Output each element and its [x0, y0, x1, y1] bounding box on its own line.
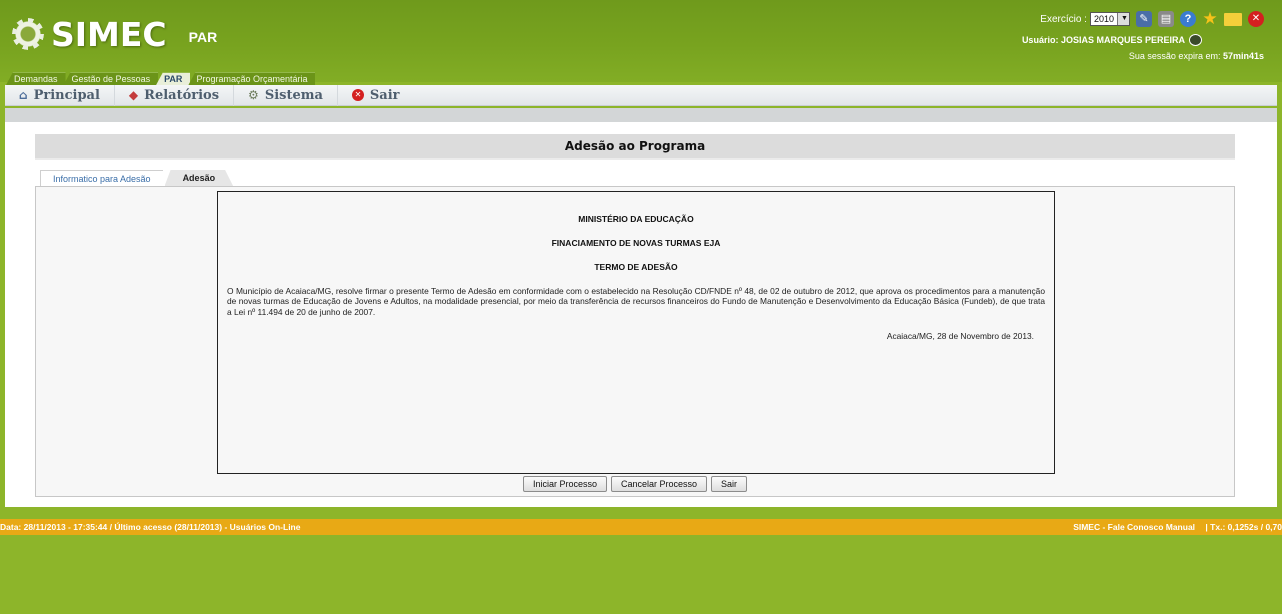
iniciar-processo-button[interactable]: Iniciar Processo — [522, 476, 607, 492]
exercicio-value: 2010 — [1093, 14, 1114, 24]
tab-gestao-de-pessoas[interactable]: Gestão de Pessoas — [63, 72, 159, 85]
tab-programacao-orcamentaria[interactable]: Programação Orçamentária — [188, 72, 316, 85]
main-menu: ⌂ Principal ◆ Relatórios ⚙ Sistema ✕ Sai… — [5, 84, 1277, 106]
tab-adesao[interactable]: Adesão — [165, 170, 234, 186]
page-background — [0, 535, 1282, 614]
help-icon[interactable]: ? — [1180, 11, 1196, 27]
termo-document: MINISTÉRIO DA EDUCAÇÃO FINACIAMENTO DE N… — [217, 191, 1055, 474]
close-icon[interactable]: ✕ — [1248, 11, 1264, 27]
simec-logo[interactable]: SIMEC PAR — [10, 14, 218, 54]
header-bar: SIMEC PAR Exercício : 2010 ▼ ✎ ▤ ? ★ ✕ U… — [0, 0, 1282, 82]
doc-heading-ministerio: MINISTÉRIO DA EDUCAÇÃO — [578, 214, 694, 224]
gear-logo-icon — [10, 16, 46, 52]
footer-links: SIMEC - Fale Conosco Manual | Tx.: 0,125… — [1073, 519, 1282, 535]
exit-icon: ✕ — [351, 89, 364, 101]
module-tabs: Demandas Gestão de Pessoas PAR Programaç… — [6, 72, 316, 85]
menu-sair[interactable]: ✕ Sair — [338, 85, 414, 106]
chevron-down-icon: ▼ — [1117, 13, 1129, 25]
menu-sistema[interactable]: ⚙ Sistema — [234, 84, 338, 106]
usuario-name: JOSIAS MARQUES PEREIRA — [1060, 35, 1185, 45]
session-time: 57min41s — [1222, 51, 1264, 61]
menu-sair-label: Sair — [369, 87, 400, 103]
tab-par[interactable]: PAR — [156, 72, 191, 85]
tab-informativo-adesao[interactable]: Informatico para Adesão — [40, 170, 163, 186]
module-name: PAR — [188, 29, 218, 45]
doc-body-text: O Município de Acaiaca/MG, resolve firma… — [227, 286, 1045, 317]
content-tabs: Informatico para Adesão Adesão — [40, 170, 235, 186]
footer-links-text[interactable]: SIMEC - Fale Conosco Manual — [1073, 522, 1195, 532]
action-buttons: Iniciar Processo Cancelar Processo Sair — [36, 476, 1234, 492]
main-content: Adesão ao Programa Informatico para Ades… — [5, 122, 1277, 507]
cancelar-processo-button[interactable]: Cancelar Processo — [610, 476, 708, 492]
menu-principal[interactable]: ⌂ Principal — [5, 84, 115, 106]
header-tools: Exercício : 2010 ▼ ✎ ▤ ? ★ ✕ Usuário: JO… — [1022, 10, 1264, 61]
users-icon[interactable] — [1189, 34, 1202, 46]
menu-relatorios[interactable]: ◆ Relatórios — [115, 84, 235, 106]
footer-status[interactable]: Data: 28/11/2013 - 17:35:44 / Último ace… — [0, 519, 300, 535]
sair-button[interactable]: Sair — [711, 476, 748, 492]
doc-heading-financiamento: FINACIAMENTO DE NOVAS TURMAS EJA — [551, 238, 721, 248]
logo-text: SIMEC — [51, 14, 167, 54]
edit-icon[interactable]: ✎ — [1136, 11, 1152, 27]
star-icon[interactable]: ★ — [1202, 10, 1218, 27]
menu-relatorios-label: Relatórios — [144, 87, 220, 103]
menu-sistema-label: Sistema — [264, 87, 323, 103]
tab-panel: MINISTÉRIO DA EDUCAÇÃO FINACIAMENTO DE N… — [35, 186, 1235, 497]
mail-icon[interactable] — [1224, 12, 1242, 26]
usuario-label: Usuário: — [1021, 35, 1059, 45]
print-icon[interactable]: ▤ — [1158, 11, 1174, 27]
page-title: Adesão ao Programa — [35, 134, 1235, 160]
footer-bar: Data: 28/11/2013 - 17:35:44 / Último ace… — [0, 519, 1282, 535]
home-icon: ⌂ — [19, 88, 28, 102]
report-icon: ◆ — [128, 88, 139, 102]
menu-principal-label: Principal — [33, 87, 100, 103]
footer-stats: | Tx.: 0,1252s / 0,70 — [1205, 522, 1282, 532]
tab-demandas[interactable]: Demandas — [6, 72, 66, 85]
doc-heading-termo: TERMO DE ADESÃO — [594, 262, 678, 272]
exercicio-select[interactable]: 2010 ▼ — [1089, 12, 1130, 26]
separator-strip — [5, 108, 1277, 122]
exercicio-label: Exercício : — [1040, 13, 1087, 25]
doc-date: Acaiaca/MG, 28 de Novembro de 2013. — [886, 330, 1034, 341]
settings-icon: ⚙ — [248, 88, 259, 102]
session-label: Sua sessão expira em: — [1128, 51, 1221, 61]
